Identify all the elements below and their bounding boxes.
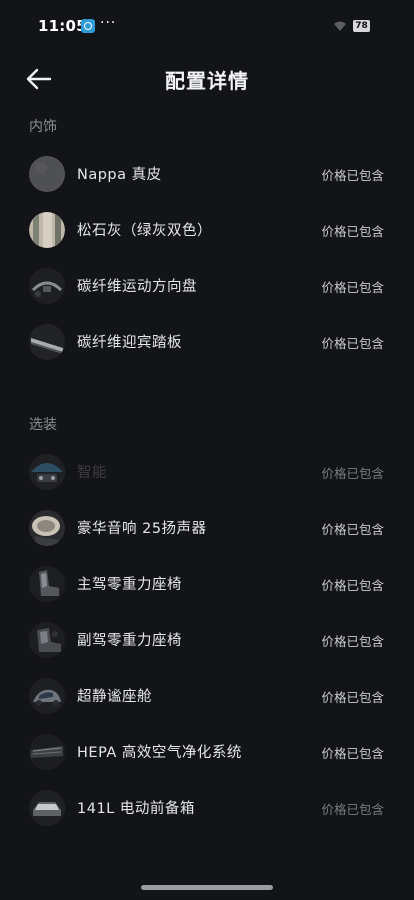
list-item[interactable]: Nappa 真皮 价格已包含 xyxy=(0,146,414,202)
battery-indicator: 78 xyxy=(353,20,370,32)
smart-device-icon xyxy=(29,454,65,490)
driver-seat-icon xyxy=(29,566,65,602)
item-price: 价格已包含 xyxy=(321,578,384,593)
color-swatch-icon xyxy=(29,212,65,248)
steering-wheel-icon xyxy=(29,268,65,304)
item-price: 价格已包含 xyxy=(321,522,384,537)
item-price: 价格已包含 xyxy=(321,690,384,705)
status-bar: 11:05 ··· 78 xyxy=(0,0,414,52)
item-price: 价格已包含 xyxy=(321,466,384,481)
item-label: 主驾零重力座椅 xyxy=(77,577,182,593)
list-item[interactable]: 智能 价格已包含 xyxy=(0,444,414,500)
list-item[interactable]: 141L 电动前备箱 价格已包含 xyxy=(0,780,414,836)
quiet-cabin-icon xyxy=(29,678,65,714)
leather-swatch-icon xyxy=(29,156,65,192)
list-item[interactable]: 超静谧座舱 价格已包含 xyxy=(0,668,414,724)
front-trunk-icon xyxy=(29,790,65,826)
item-price: 价格已包含 xyxy=(321,746,384,761)
passenger-seat-icon xyxy=(29,622,65,658)
list-item[interactable]: 主驾零重力座椅 价格已包含 xyxy=(0,556,414,612)
item-price: 价格已包含 xyxy=(321,280,384,295)
list-item[interactable]: 碳纤维运动方向盘 价格已包含 xyxy=(0,258,414,314)
screen: 11:05 ··· 78 配置详情 内饰 Nappa 真皮 价格已包含 松石灰（… xyxy=(0,0,414,900)
speaker-icon xyxy=(29,510,65,546)
status-time: 11:05 xyxy=(38,17,87,35)
section-label-interior: 内饰 xyxy=(29,119,57,135)
list-item[interactable]: 碳纤维迎宾踏板 价格已包含 xyxy=(0,314,414,370)
item-price: 价格已包含 xyxy=(321,168,384,183)
message-app-icon xyxy=(81,19,95,33)
list-item[interactable]: HEPA 高效空气净化系统 价格已包含 xyxy=(0,724,414,780)
door-sill-icon xyxy=(29,324,65,360)
item-price: 价格已包含 xyxy=(321,802,384,817)
list-item[interactable]: 松石灰（绿灰双色） 价格已包含 xyxy=(0,202,414,258)
air-filter-icon xyxy=(29,734,65,770)
section-label-options: 选装 xyxy=(29,417,57,433)
home-indicator[interactable] xyxy=(141,885,273,890)
more-notifications-icon: ··· xyxy=(100,15,117,31)
item-price: 价格已包含 xyxy=(321,336,384,351)
item-label: 碳纤维迎宾踏板 xyxy=(77,335,182,351)
item-label: 豪华音响 25扬声器 xyxy=(77,521,207,537)
item-label: HEPA 高效空气净化系统 xyxy=(77,745,242,761)
list-item[interactable]: 豪华音响 25扬声器 价格已包含 xyxy=(0,500,414,556)
item-label: 141L 电动前备箱 xyxy=(77,801,195,817)
header: 配置详情 xyxy=(0,52,414,106)
list-item[interactable]: 副驾零重力座椅 价格已包含 xyxy=(0,612,414,668)
item-label: 智能 xyxy=(77,465,107,481)
item-label: 副驾零重力座椅 xyxy=(77,633,182,649)
item-price: 价格已包含 xyxy=(321,224,384,239)
wifi-icon xyxy=(334,21,346,31)
item-label: Nappa 真皮 xyxy=(77,167,162,183)
page-title: 配置详情 xyxy=(165,69,249,93)
item-label: 超静谧座舱 xyxy=(77,689,152,705)
item-label: 碳纤维运动方向盘 xyxy=(77,279,197,295)
item-price: 价格已包含 xyxy=(321,634,384,649)
item-label: 松石灰（绿灰双色） xyxy=(77,223,212,239)
